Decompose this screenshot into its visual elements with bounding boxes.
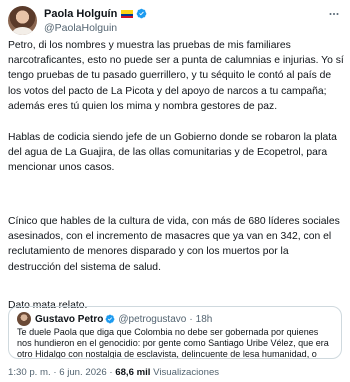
- quoted-author-name: Gustavo Petro: [35, 313, 104, 325]
- quoted-tweet-card[interactable]: Gustavo Petro @petrogustavo · 18h Te due…: [8, 306, 342, 359]
- separator-dot: ·: [109, 367, 113, 378]
- tweet-header: Paola Holguín @PaolaHolguin: [8, 6, 342, 36]
- separator-dot: ·: [189, 313, 193, 325]
- quoted-tweet-time: 18h: [195, 313, 213, 325]
- more-options-icon[interactable]: [326, 6, 342, 22]
- quoted-author-avatar: [17, 312, 31, 326]
- quoted-tweet-header: Gustavo Petro @petrogustavo · 18h: [17, 312, 212, 326]
- tweet-time[interactable]: 1:30 p. m.: [8, 367, 51, 378]
- author-handle[interactable]: @PaolaHolguin: [44, 21, 147, 35]
- views-count: 68,6 mil: [115, 367, 151, 378]
- author-avatar[interactable]: [8, 6, 37, 35]
- tweet-paragraph: Petro, di los nombres y muestra las prue…: [8, 40, 344, 112]
- verified-badge-icon: [105, 314, 115, 324]
- author-display-name[interactable]: Paola Holguín: [44, 8, 117, 20]
- tweet-paragraph: Hablas de codicia siendo jefe de un Gobi…: [8, 132, 337, 174]
- separator-dot: ·: [53, 367, 57, 378]
- tweet-paragraph: Cínico que hables de la cultura de vida,…: [8, 216, 340, 273]
- colombia-flag-icon: [121, 9, 134, 18]
- author-names: Paola Holguín @PaolaHolguin: [44, 6, 147, 35]
- verified-badge-icon: [137, 8, 147, 19]
- quoted-author-handle: @petrogustavo: [118, 313, 187, 325]
- author-name-row: Paola Holguín: [44, 6, 147, 21]
- tweet-date[interactable]: 6 jun. 2026: [59, 367, 106, 378]
- tweet-meta: 1:30 p. m. · 6 jun. 2026 · 68,6 mil Visu…: [8, 366, 219, 380]
- views-label: Visualizaciones: [153, 367, 220, 378]
- quoted-tweet-text: Te duele Paola que diga que Colombia no …: [17, 327, 329, 359]
